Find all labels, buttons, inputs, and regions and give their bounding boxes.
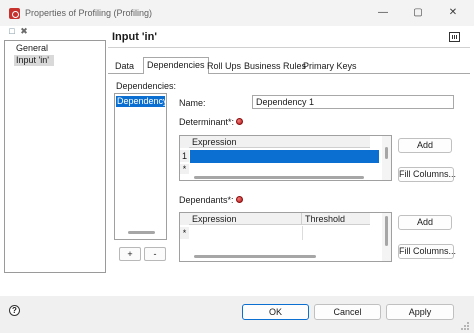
name-field[interactable]: Dependency 1 [252, 95, 454, 109]
row-number: 1 [180, 150, 189, 162]
nav-item-input-in[interactable]: Input 'in' [14, 55, 54, 66]
determinant-label: Determinant*: [179, 117, 235, 127]
remove-dependency-button[interactable]: - [144, 247, 166, 261]
add-dependency-button[interactable]: + [119, 247, 141, 261]
determinant-add-button[interactable]: Add [398, 138, 452, 153]
grid-vscroll-thumb[interactable] [385, 147, 388, 159]
dependants-fill-columns-button[interactable]: Fill Columns... [398, 244, 456, 259]
tab-data[interactable]: Data [112, 59, 137, 73]
tab-dependencies[interactable]: Dependencies [143, 57, 209, 74]
tab-business-rules[interactable]: Business Rules [241, 59, 309, 73]
grid-vscroll-thumb[interactable] [385, 216, 388, 246]
header-divider [108, 47, 470, 48]
grid-hscroll-thumb[interactable] [194, 176, 364, 179]
grid-corner [180, 213, 189, 225]
grid-hscroll-thumb[interactable] [194, 255, 316, 258]
close-button[interactable]: ✕ [442, 4, 464, 22]
layout-icon[interactable] [449, 32, 460, 42]
delete-icon[interactable]: ✖ [19, 27, 29, 36]
determinant-fill-columns-button[interactable]: Fill Columns... [398, 167, 456, 182]
new-row-marker: * [180, 164, 189, 174]
name-label: Name: [179, 98, 206, 108]
dependencies-list [114, 93, 167, 240]
app-icon [9, 8, 20, 19]
new-row-marker: * [180, 227, 189, 239]
resize-grip-icon[interactable] [461, 322, 470, 331]
dependants-grid[interactable]: Expression Threshold * [179, 212, 392, 262]
new-icon[interactable]: □ [7, 27, 17, 36]
list-scrollbar[interactable] [128, 231, 155, 234]
apply-button[interactable]: Apply [386, 304, 454, 320]
column-header-expression[interactable]: Expression [189, 213, 302, 225]
selected-expression-cell[interactable] [190, 150, 379, 163]
grid-corner [180, 136, 189, 148]
maximize-button[interactable]: ▢ [407, 4, 429, 22]
column-divider [302, 226, 303, 240]
tab-roll-ups[interactable]: Roll Ups [204, 59, 244, 73]
help-icon[interactable]: ? [9, 305, 20, 316]
ok-button[interactable]: OK [242, 304, 309, 320]
nav-item-general[interactable]: General [14, 43, 84, 54]
column-header-threshold[interactable]: Threshold [302, 213, 370, 225]
tab-primary-keys[interactable]: Primary Keys [300, 59, 360, 73]
cancel-button[interactable]: Cancel [314, 304, 381, 320]
minimize-button[interactable]: — [372, 4, 394, 22]
list-item[interactable]: Dependency 1 [116, 96, 165, 107]
navigation-tree [4, 40, 106, 273]
window-title: Properties of Profiling (Profiling) [25, 8, 153, 18]
required-marker-icon [236, 196, 243, 203]
column-header-expression[interactable]: Expression [189, 136, 370, 148]
determinant-grid[interactable]: Expression 1 * [179, 135, 392, 181]
required-marker-icon [236, 118, 243, 125]
dependants-label: Dependants*: [179, 195, 234, 205]
dependencies-label: Dependencies: [116, 81, 177, 91]
dependants-add-button[interactable]: Add [398, 215, 452, 230]
page-title: Input 'in' [112, 31, 157, 43]
